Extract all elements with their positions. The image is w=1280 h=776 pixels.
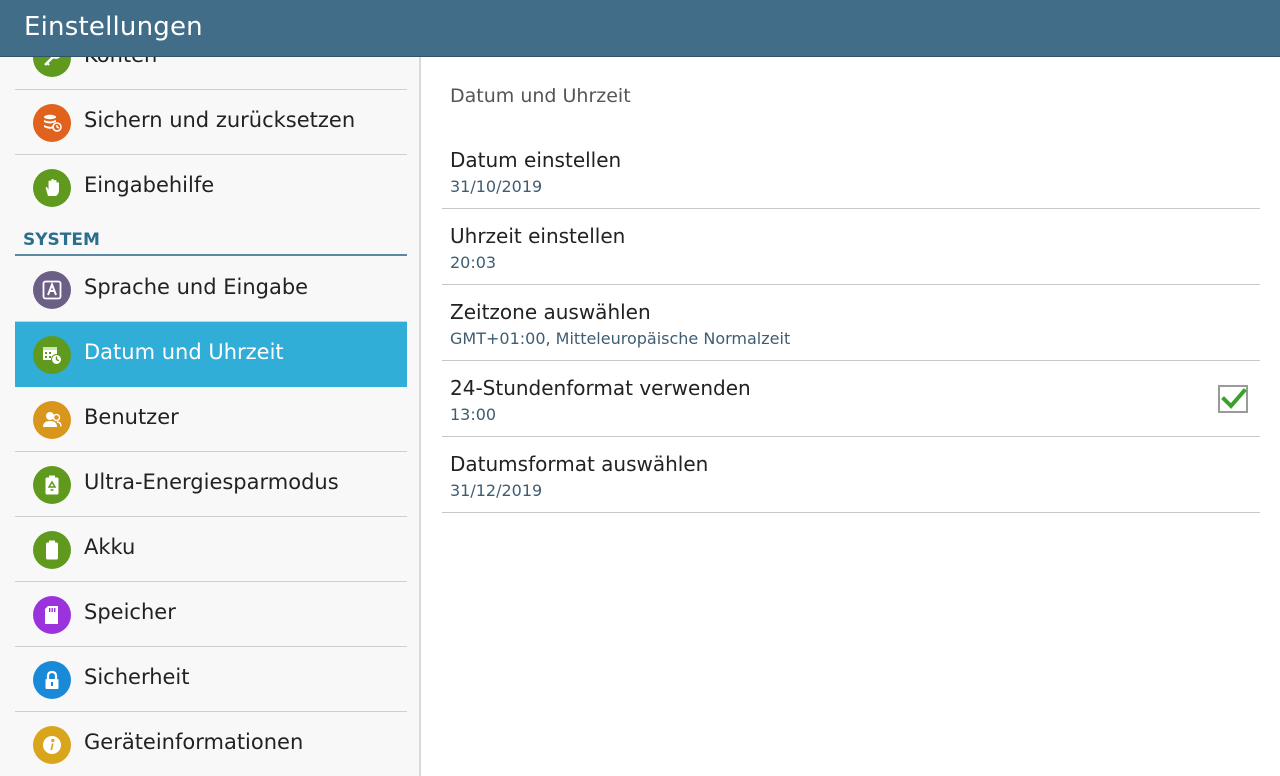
setting-row-set-date[interactable]: Datum einstellen 31/10/2019 [442,133,1260,209]
checkmark-icon [1221,388,1247,409]
users-icon [33,401,71,439]
sidebar-item-language[interactable]: Sprache und Eingabe [15,257,407,322]
sidebar-item-label: Sicherheit [84,665,190,689]
app-title: Einstellungen [24,12,203,42]
lock-icon [33,661,71,699]
sidebar-item-security[interactable]: Sicherheit [15,647,407,712]
key-icon [33,57,71,77]
sidebar-item-label: Datum und Uhrzeit [84,340,284,364]
settings-sidebar: Konten Sichern und zurücksetzen Eingabeh… [0,57,421,776]
setting-title: 24-Stundenformat verwenden [450,376,751,400]
sidebar-item-label: Speicher [84,600,176,624]
sidebar-item-accessibility[interactable]: Eingabehilfe [15,155,407,220]
sidebar-item-label: Benutzer [84,405,179,429]
sidebar-item-label: Eingabehilfe [84,173,215,197]
setting-value: 31/10/2019 [450,177,543,196]
setting-value: GMT+01:00, Mitteleuropäische Normalzeit [450,329,791,348]
sidebar-item-label: Sprache und Eingabe [84,275,309,299]
calendar-clock-icon [33,336,71,374]
sidebar-item-battery[interactable]: Akku [15,517,407,582]
action-bar: Einstellungen [0,0,1280,57]
sidebar-item-ultra-power-saving[interactable]: Ultra-Energiesparmodus [15,452,407,517]
24-hour-format-checkbox[interactable] [1218,385,1248,413]
setting-row-24-hour-format[interactable]: 24-Stundenformat verwenden 13:00 [442,361,1260,437]
setting-title: Zeitzone auswählen [450,300,651,324]
setting-value: 13:00 [450,405,497,424]
sidebar-item-users[interactable]: Benutzer [15,387,407,452]
sidebar-item-konten[interactable]: Konten [15,57,407,90]
sidebar-item-device-info[interactable]: Geräteinformationen [15,712,407,776]
info-icon [33,726,71,764]
language-icon [33,271,71,309]
sidebar-item-label: Ultra-Energiesparmodus [84,470,339,494]
battery-recycle-icon [33,466,71,504]
sd-card-icon [33,596,71,634]
sidebar-item-storage[interactable]: Speicher [15,582,407,647]
setting-row-time-zone[interactable]: Zeitzone auswählen GMT+01:00, Mitteleuro… [442,285,1260,361]
detail-pane: Datum und Uhrzeit Datum einstellen 31/10… [423,57,1280,776]
setting-title: Uhrzeit einstellen [450,224,626,248]
backup-icon [33,104,71,142]
sidebar-item-label: Konten [84,57,157,67]
setting-title: Datum einstellen [450,148,622,172]
sidebar-item-label: Geräteinformationen [84,730,304,754]
setting-value: 20:03 [450,253,497,272]
sidebar-item-backup[interactable]: Sichern und zurücksetzen [15,90,407,155]
hand-icon [33,169,71,207]
setting-value: 31/12/2019 [450,481,543,500]
page-title: Datum und Uhrzeit [450,85,631,107]
section-header-system: SYSTEM [15,225,407,256]
setting-row-set-time[interactable]: Uhrzeit einstellen 20:03 [442,209,1260,285]
setting-title: Datumsformat auswählen [450,452,709,476]
setting-row-date-format[interactable]: Datumsformat auswählen 31/12/2019 [442,437,1260,513]
battery-icon [33,531,71,569]
sidebar-item-label: Akku [84,535,136,559]
sidebar-item-label: Sichern und zurücksetzen [84,108,356,132]
sidebar-item-date-time[interactable]: Datum und Uhrzeit [15,322,407,387]
